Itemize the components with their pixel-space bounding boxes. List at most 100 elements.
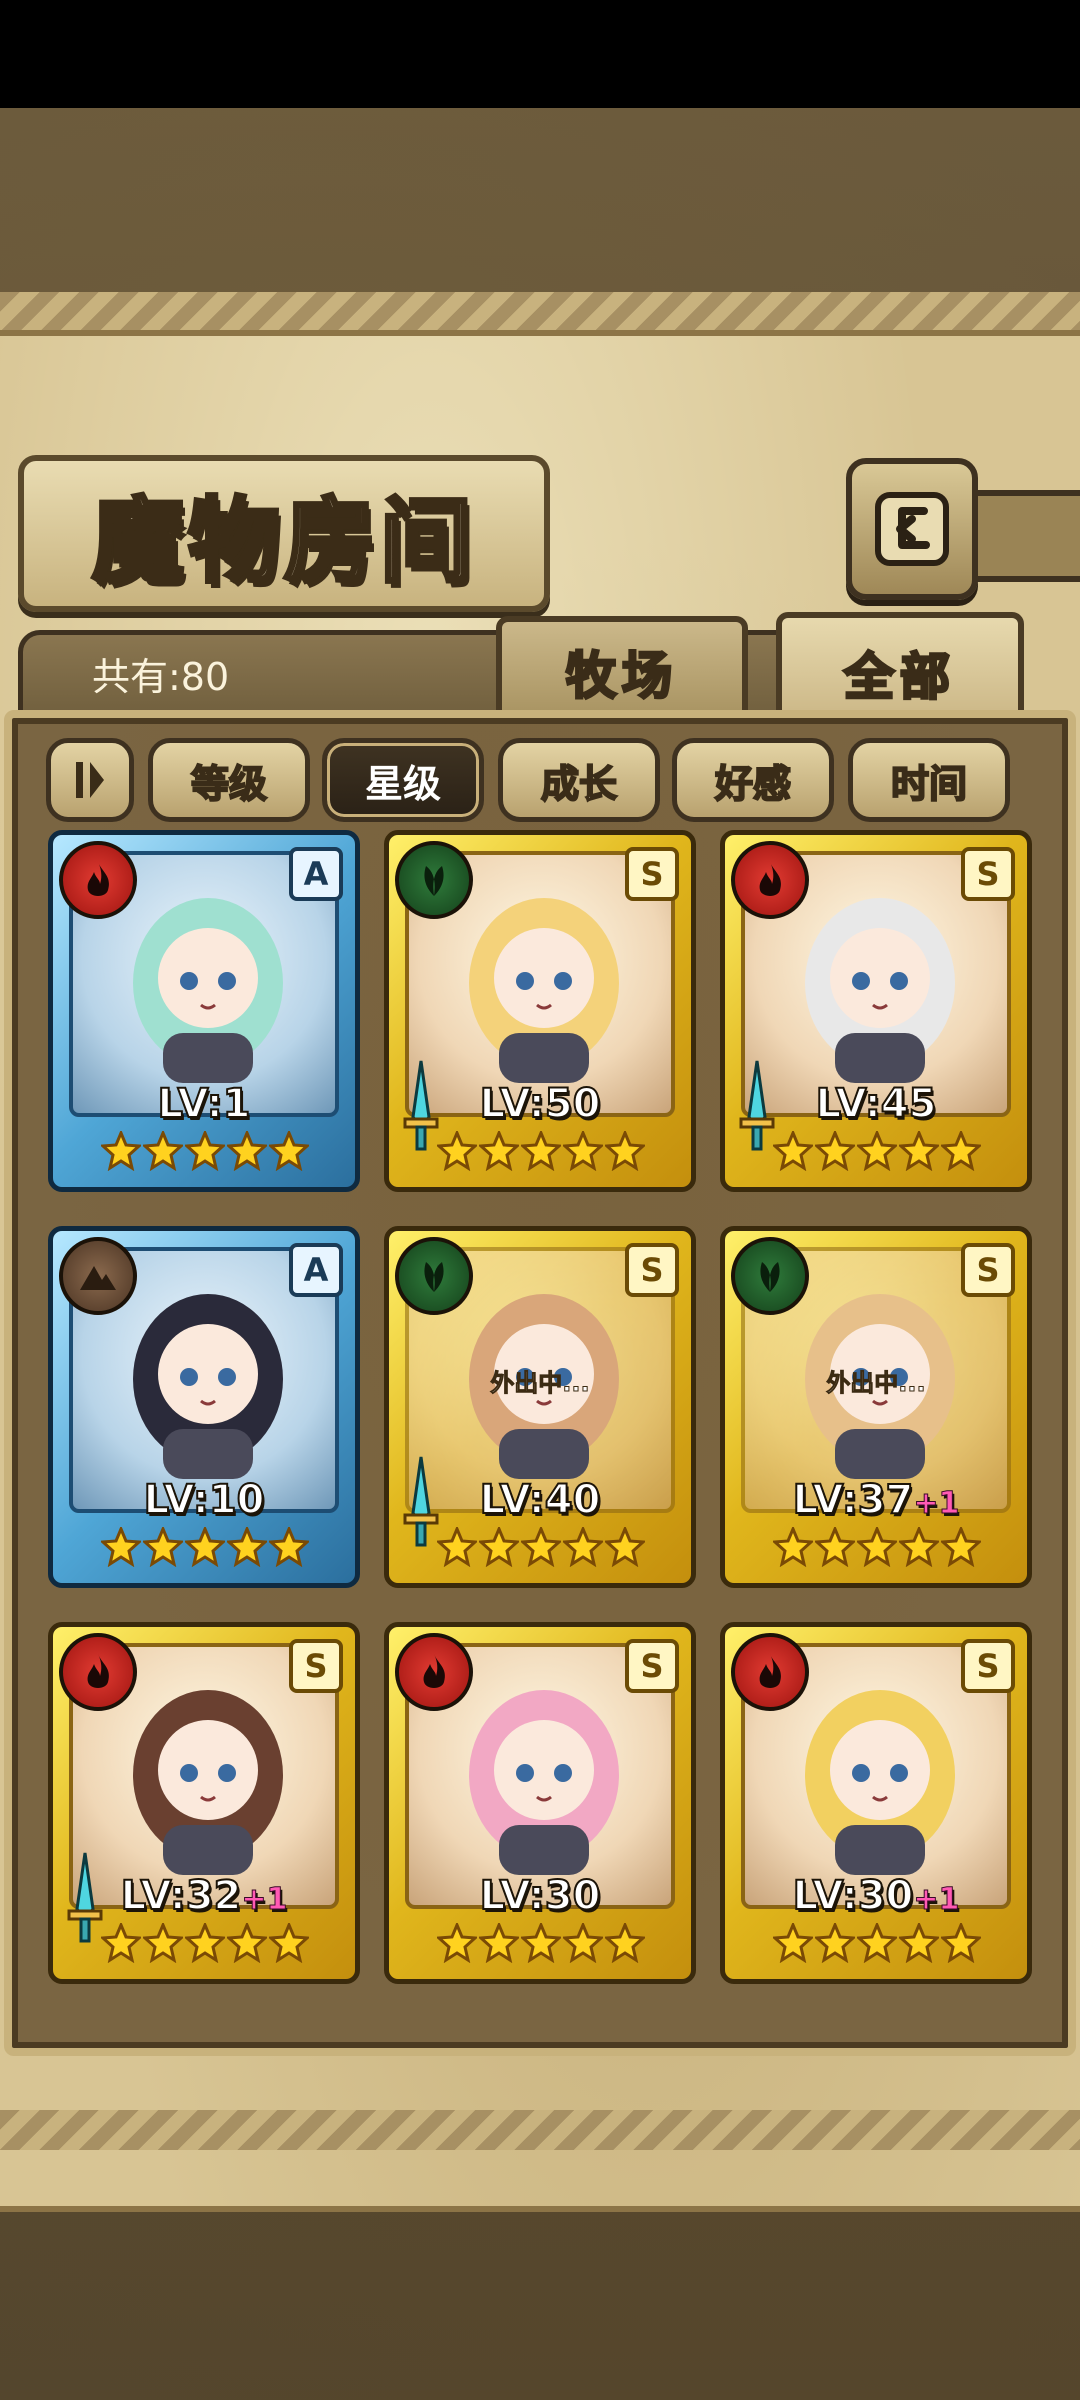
star-icon — [185, 1527, 225, 1567]
rank-badge: S — [625, 1243, 679, 1297]
monster-card[interactable]: S 外出中... LV:37+1 — [720, 1226, 1032, 1588]
monster-card[interactable]: A LV:1 — [48, 830, 360, 1192]
level-value: LV:30 — [792, 1872, 915, 1920]
element-earth-icon — [59, 1237, 137, 1315]
star-icon — [941, 1923, 981, 1963]
sort-growth-button[interactable]: 成长 — [498, 738, 660, 822]
sort-order-icon — [76, 762, 104, 798]
monster-card[interactable]: A LV:10 — [48, 1226, 360, 1588]
star-icon — [185, 1923, 225, 1963]
rank-badge: S — [961, 847, 1015, 901]
star-icon — [437, 1527, 477, 1567]
star-icon — [185, 1131, 225, 1171]
sort-time-button[interactable]: 时间 — [848, 738, 1010, 822]
monster-card[interactable]: S LV:32+1 — [48, 1622, 360, 1984]
star-rating — [101, 1923, 309, 1975]
star-icon — [521, 1527, 561, 1567]
star-icon — [227, 1527, 267, 1567]
level-value: LV:30 — [479, 1872, 602, 1920]
star-rating — [437, 1131, 645, 1183]
page-title: 魔物房间 — [90, 485, 476, 597]
monster-card[interactable]: S LV:50 — [384, 830, 696, 1192]
rank-badge: S — [625, 1639, 679, 1693]
element-fire-icon — [731, 1633, 809, 1711]
star-icon — [899, 1527, 939, 1567]
star-icon — [101, 1131, 141, 1171]
level-value: LV:45 — [815, 1080, 938, 1128]
level-label: LV:1 — [53, 1080, 355, 1128]
rank-badge: A — [289, 1243, 343, 1297]
star-icon — [227, 1131, 267, 1171]
level-value: LV:40 — [479, 1476, 602, 1524]
star-rating — [101, 1527, 309, 1579]
star-icon — [605, 1131, 645, 1171]
star-rating — [773, 1527, 981, 1579]
away-status: 外出中... — [826, 1369, 926, 1398]
star-icon — [563, 1131, 603, 1171]
parchment-edge-bottom — [0, 2110, 1080, 2150]
star-icon — [815, 1131, 855, 1171]
star-icon — [521, 1131, 561, 1171]
sort-level-button[interactable]: 等级 — [148, 738, 310, 822]
star-icon — [521, 1923, 561, 1963]
star-icon — [269, 1131, 309, 1171]
rank-badge: S — [961, 1243, 1015, 1297]
element-fire-icon — [59, 841, 137, 919]
level-plus: +1 — [913, 1882, 960, 1918]
star-icon — [101, 1527, 141, 1567]
level-plus: +1 — [241, 1882, 288, 1918]
star-rating — [773, 1131, 981, 1183]
back-button[interactable] — [846, 458, 978, 600]
monster-card[interactable]: S LV:45 — [720, 830, 1032, 1192]
back-rail — [966, 490, 1080, 582]
level-label: LV:30 — [389, 1872, 691, 1920]
star-rating — [101, 1131, 309, 1183]
star-rating — [437, 1923, 645, 1975]
sort-order-toggle[interactable] — [46, 738, 134, 822]
star-icon — [773, 1131, 813, 1171]
star-icon — [143, 1923, 183, 1963]
star-icon — [857, 1131, 897, 1171]
star-icon — [899, 1131, 939, 1171]
monster-card[interactable]: S LV:30+1 — [720, 1622, 1032, 1984]
tab-all-label: 全部 — [843, 646, 956, 708]
star-icon — [479, 1131, 519, 1171]
level-value: LV:37 — [792, 1476, 915, 1524]
star-icon — [143, 1131, 183, 1171]
rank-badge: S — [961, 1639, 1015, 1693]
star-rating — [773, 1923, 981, 1975]
level-label: LV:32+1 — [53, 1872, 355, 1920]
rank-badge: S — [625, 847, 679, 901]
star-icon — [563, 1923, 603, 1963]
level-plus: +1 — [913, 1486, 960, 1522]
monster-card[interactable]: S LV:30 — [384, 1622, 696, 1984]
sort-bar: 等级 星级 成长 好感 时间 — [46, 738, 1046, 822]
star-icon — [941, 1527, 981, 1567]
level-value: LV:50 — [479, 1080, 602, 1128]
level-label: LV:45 — [725, 1080, 1027, 1128]
star-icon — [899, 1923, 939, 1963]
monster-count: 共有:80 — [92, 655, 230, 699]
tab-pasture-label: 牧场 — [565, 645, 678, 707]
rank-badge: S — [289, 1639, 343, 1693]
level-label: LV:50 — [389, 1080, 691, 1128]
back-arrow-icon — [875, 492, 949, 566]
star-icon — [773, 1923, 813, 1963]
star-icon — [605, 1527, 645, 1567]
star-icon — [227, 1923, 267, 1963]
level-label: LV:30+1 — [725, 1872, 1027, 1920]
star-icon — [437, 1131, 477, 1171]
sort-affection-button[interactable]: 好感 — [672, 738, 834, 822]
element-fire-icon — [59, 1633, 137, 1711]
star-icon — [815, 1527, 855, 1567]
element-nature-icon — [395, 841, 473, 919]
element-nature-icon — [731, 1237, 809, 1315]
sort-star-button[interactable]: 星级 — [322, 738, 484, 822]
star-icon — [563, 1527, 603, 1567]
star-icon — [941, 1131, 981, 1171]
status-bar — [0, 0, 1080, 108]
level-value: LV:10 — [143, 1476, 266, 1524]
star-icon — [269, 1923, 309, 1963]
monster-card[interactable]: S 外出中... LV:40 — [384, 1226, 696, 1588]
away-status: 外出中... — [490, 1369, 590, 1398]
